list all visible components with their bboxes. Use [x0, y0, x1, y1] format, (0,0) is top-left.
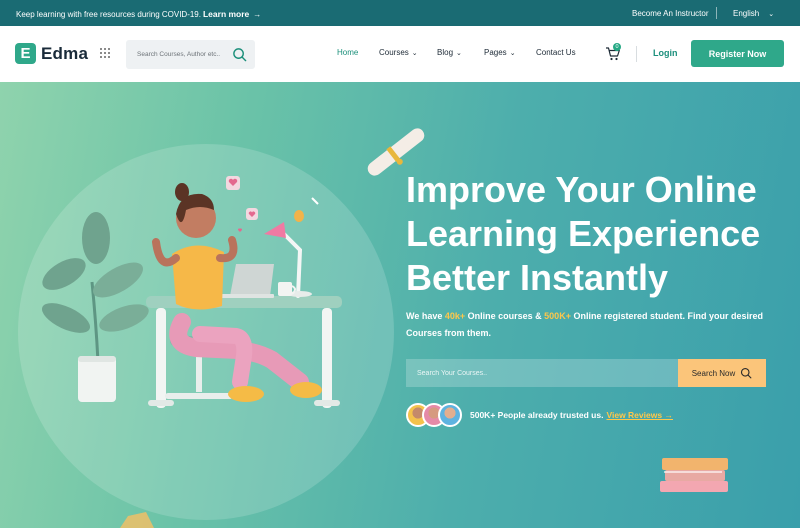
headline-line-2: Learning Experience — [406, 213, 761, 254]
logo[interactable]: E Edma — [15, 43, 88, 64]
arrow-right-icon: → — [253, 10, 262, 19]
search-now-label: Search Now — [691, 368, 736, 378]
view-reviews-link[interactable]: View Reviews → — [606, 410, 672, 420]
search-icon — [741, 367, 752, 379]
headline-line-3: Better Instantly — [406, 257, 669, 298]
courses-count: 40k+ — [444, 311, 466, 321]
corner-decoration — [120, 512, 154, 528]
header-search — [126, 40, 255, 69]
avatar-group — [406, 403, 464, 429]
chevron-down-icon: ⌄ — [411, 50, 418, 57]
become-instructor-link[interactable]: Become An Instructor — [632, 9, 708, 18]
hero-illustration — [41, 128, 728, 528]
language-label: English — [733, 9, 760, 18]
topbar-divider — [716, 7, 717, 19]
login-link[interactable]: Login — [653, 48, 678, 58]
hero-headline: Improve Your Online Learning Experience … — [406, 168, 786, 300]
header-divider — [636, 46, 637, 62]
nav-courses[interactable]: Courses ⌄ — [379, 48, 418, 57]
cart-count-badge: 0 — [613, 43, 621, 51]
nav-home[interactable]: Home — [337, 48, 361, 57]
headline-line-1: Improve Your Online — [406, 169, 757, 210]
plant-decoration — [41, 212, 149, 402]
nav-contact[interactable]: Contact Us — [536, 48, 579, 57]
trust-line: 500K+ People already trusted us. View Rev… — [470, 410, 673, 420]
search-icon[interactable] — [232, 47, 247, 62]
hero-section: Improve Your Online Learning Experience … — [0, 82, 800, 528]
books-decoration — [660, 458, 728, 492]
learn-more-link[interactable]: Learn more — [203, 9, 249, 19]
chevron-down-icon: ⌄ — [509, 50, 516, 57]
grid-menu-icon[interactable] — [100, 48, 111, 59]
logo-text: Edma — [41, 43, 89, 63]
nav-pages[interactable]: Pages ⌄ — [484, 48, 516, 57]
search-now-button[interactable]: Search Now — [678, 359, 766, 387]
promo-banner: Keep learning with free resources during… — [16, 9, 261, 19]
register-button[interactable]: Register Now — [691, 40, 784, 67]
logo-mark: E — [15, 43, 36, 64]
main-header: E Edma Home Courses⌄ Blog⌄ Pages⌄ Contac… — [0, 26, 800, 82]
chevron-down-icon: ⌄ — [456, 50, 462, 57]
hero-subtext: We have 40k+ Online courses & 500K+ Onli… — [406, 311, 763, 338]
nav-blog[interactable]: Blog ⌄ — [437, 48, 462, 57]
language-selector[interactable]: English ⌄ — [733, 9, 774, 18]
coffee-mug — [278, 282, 296, 296]
header-search-input[interactable] — [126, 40, 234, 69]
arrow-right-icon: → — [664, 410, 673, 420]
course-search-input[interactable] — [406, 359, 678, 387]
promo-text: Keep learning with free resources during… — [16, 10, 201, 19]
top-bar: Keep learning with free resources during… — [0, 0, 800, 26]
desk-lamp — [264, 197, 319, 298]
avatar — [438, 403, 462, 427]
students-count: 500K+ — [544, 311, 571, 321]
chevron-down-icon: ⌄ — [768, 11, 775, 18]
